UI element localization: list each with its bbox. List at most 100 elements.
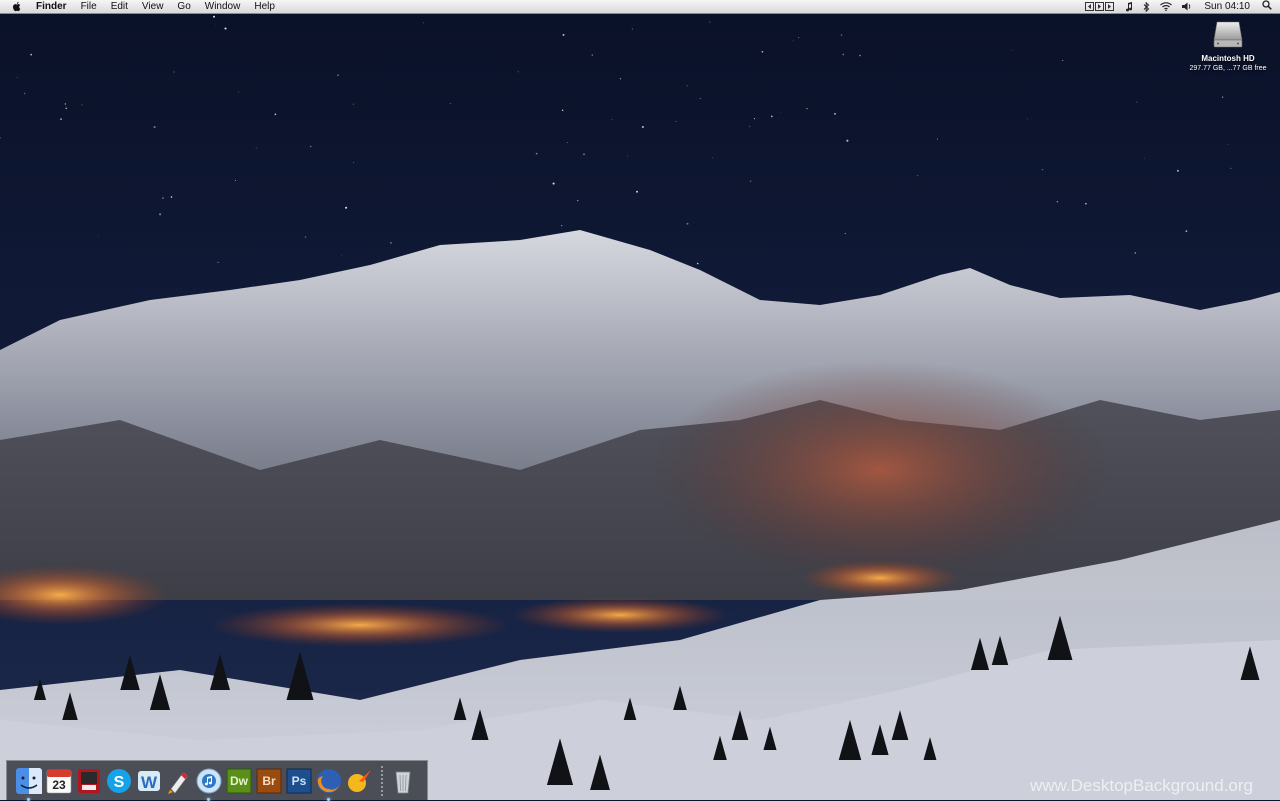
svg-text:S: S <box>114 774 125 791</box>
photoshop-label: Ps <box>291 773 307 788</box>
star <box>1136 101 1138 103</box>
star <box>761 50 764 53</box>
apple-menu-icon[interactable] <box>10 1 24 12</box>
star <box>591 54 593 56</box>
star <box>749 125 751 127</box>
star <box>274 113 277 116</box>
desktop-wallpaper <box>0 0 1280 800</box>
star <box>255 147 257 149</box>
bluetooth-icon[interactable] <box>1143 1 1150 12</box>
star <box>842 53 845 56</box>
star <box>337 74 339 77</box>
star <box>215 25 217 26</box>
drive-name: Macintosh HD <box>1201 54 1255 63</box>
star <box>153 126 156 129</box>
watermark-text: www.DesktopBackground.org <box>1030 776 1254 795</box>
running-indicator <box>327 797 330 801</box>
dock-skype[interactable]: S <box>105 767 133 795</box>
star <box>611 119 613 121</box>
app-menu-finder[interactable]: Finder <box>36 0 67 14</box>
star <box>711 157 713 159</box>
dock-photoshop[interactable]: Ps <box>285 767 313 795</box>
star <box>170 196 173 198</box>
star <box>798 36 800 39</box>
desktop-drive-icon[interactable]: Macintosh HD 297.77 GB, ...77 GB free <box>1180 20 1276 72</box>
star <box>213 15 215 18</box>
star <box>1227 144 1229 145</box>
star <box>65 107 67 109</box>
menu-window[interactable]: Window <box>205 0 241 14</box>
star <box>631 28 633 30</box>
menu-view[interactable]: View <box>142 0 164 14</box>
star <box>753 118 756 120</box>
star <box>834 113 836 115</box>
menu-edit[interactable]: Edit <box>111 0 128 14</box>
dock-finder[interactable] <box>15 767 43 801</box>
star <box>1230 167 1232 169</box>
star <box>780 111 782 113</box>
menu-go[interactable]: Go <box>177 0 190 14</box>
star <box>770 115 773 118</box>
sparkle-icon <box>348 769 371 792</box>
menu-file[interactable]: File <box>81 0 97 14</box>
rocket-icon <box>168 772 188 794</box>
star <box>1062 60 1064 62</box>
star <box>1085 203 1087 205</box>
star <box>60 118 62 120</box>
dock-word[interactable]: W <box>135 767 163 795</box>
star <box>840 34 843 36</box>
bridge-label: Br <box>262 773 276 788</box>
dock-dreamweaver[interactable]: Dw <box>225 767 253 795</box>
star <box>636 190 638 193</box>
drive-info: 297.77 GB, ...77 GB free <box>1189 65 1267 72</box>
dock-photo-booth[interactable] <box>75 767 103 795</box>
star <box>619 78 622 80</box>
star <box>234 179 236 181</box>
wifi-icon[interactable] <box>1160 2 1173 11</box>
star <box>173 71 175 73</box>
menu-clock[interactable]: Sun 04:10 <box>1204 1 1250 12</box>
firefox-icon <box>317 768 341 793</box>
star <box>641 125 644 129</box>
star <box>1221 96 1224 98</box>
volume-icon[interactable] <box>1182 2 1192 11</box>
star <box>806 108 808 110</box>
menu-help[interactable]: Help <box>254 0 275 14</box>
star <box>792 40 794 42</box>
star <box>224 27 227 30</box>
star <box>844 232 846 234</box>
dock-bridge[interactable]: Br <box>255 767 283 795</box>
dock: 23 S W Dw Br Ps <box>6 760 428 801</box>
photo-booth-icon <box>78 768 100 793</box>
display-mirroring-icon[interactable] <box>1085 2 1115 11</box>
star <box>98 235 100 237</box>
music-icon[interactable] <box>1125 1 1133 12</box>
star <box>937 138 938 140</box>
star <box>686 85 688 87</box>
running-indicator <box>27 797 30 801</box>
star <box>577 200 579 202</box>
dock-sparkle[interactable] <box>345 767 373 795</box>
star <box>217 261 219 264</box>
star <box>846 139 849 142</box>
star <box>345 206 348 209</box>
svg-text:W: W <box>141 773 158 792</box>
dock-ical[interactable]: 23 <box>45 767 73 795</box>
calendar-date: 23 <box>52 777 66 792</box>
star <box>1056 201 1059 203</box>
star <box>161 197 164 200</box>
finder-icon <box>16 767 42 794</box>
running-indicator <box>207 797 210 801</box>
dreamweaver-label: Dw <box>230 773 248 788</box>
dock-trash[interactable] <box>389 767 417 795</box>
star <box>159 213 162 216</box>
star <box>535 152 538 155</box>
dock-rocket-app[interactable] <box>165 767 193 795</box>
star <box>675 121 677 122</box>
dock-itunes[interactable] <box>195 767 223 801</box>
star <box>81 104 83 106</box>
hard-drive-icon <box>1213 20 1243 48</box>
spotlight-icon[interactable] <box>1262 0 1272 13</box>
star <box>859 54 861 57</box>
dock-firefox[interactable] <box>315 767 343 801</box>
